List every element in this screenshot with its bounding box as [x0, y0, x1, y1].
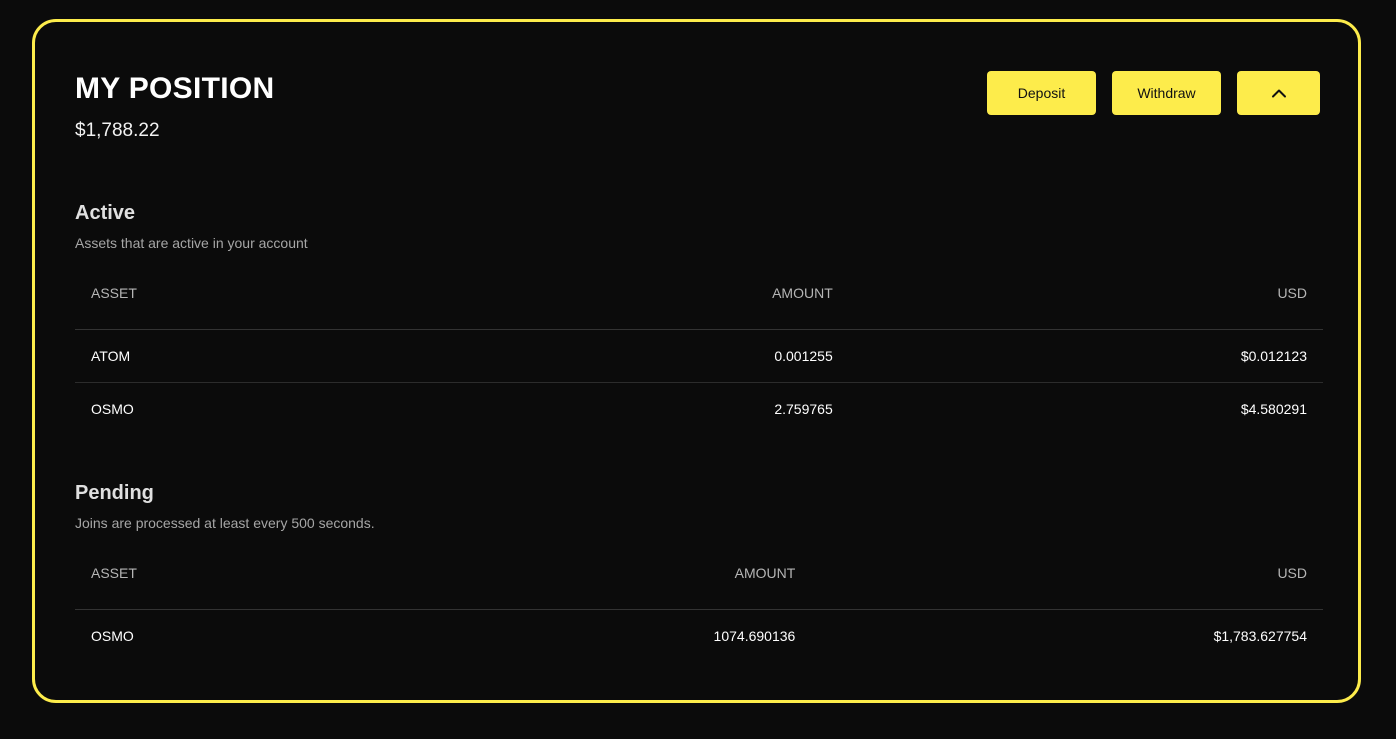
amount-cell: 1074.690136: [713, 628, 796, 644]
usd-cell: $4.580291: [1240, 401, 1307, 417]
pending-section-subtitle: Joins are processed at least every 500 s…: [75, 515, 375, 531]
asset-cell: OSMO: [91, 628, 134, 644]
amount-cell: 0.001255: [411, 329, 849, 383]
position-card: MY POSITION $1,788.22 Deposit Withdraw A…: [32, 19, 1361, 703]
table-header-row: ASSET AMOUNT USD: [75, 285, 1323, 330]
page-title: MY POSITION: [75, 72, 275, 105]
column-header-amount: AMOUNT: [411, 285, 849, 330]
column-header-asset: ASSET: [75, 285, 412, 330]
pending-assets-table: ASSET AMOUNT USD OSMO 1074.690136 $1,783…: [75, 565, 1323, 662]
pending-section: Pending Joins are processed at least eve…: [75, 481, 1323, 662]
table-header-row: ASSET AMOUNT USD: [75, 565, 1323, 610]
column-header-usd: USD: [848, 285, 1323, 330]
pending-section-title: Pending: [75, 482, 154, 504]
column-header-asset: ASSET: [75, 565, 412, 610]
active-section: Active Assets that are active in your ac…: [75, 201, 1323, 435]
position-actions: Deposit Withdraw: [987, 71, 1320, 115]
table-row: OSMO 1074.690136 $1,783.627754: [75, 610, 1323, 663]
asset-cell: ATOM: [75, 329, 412, 383]
chevron-up-icon: [1271, 88, 1287, 98]
active-section-subtitle: Assets that are active in your account: [75, 235, 308, 251]
active-assets-table: ASSET AMOUNT USD ATOM 0.001255 $0.012123…: [75, 285, 1323, 435]
amount-cell: 2.759765: [774, 401, 833, 417]
usd-cell: $1,783.627754: [1213, 628, 1307, 644]
collapse-button[interactable]: [1237, 71, 1320, 115]
asset-cell: OSMO: [91, 401, 134, 417]
withdraw-button[interactable]: Withdraw: [1112, 71, 1221, 115]
table-row: OSMO 2.759765 $4.580291: [75, 383, 1323, 436]
table-row: ATOM 0.001255 $0.012123: [75, 329, 1323, 383]
active-section-title: Active: [75, 202, 136, 224]
deposit-button[interactable]: Deposit: [987, 71, 1096, 115]
position-total-value: $1,788.22: [75, 120, 160, 141]
column-header-usd: USD: [811, 565, 1323, 610]
column-header-amount: AMOUNT: [411, 565, 812, 610]
usd-cell: $0.012123: [848, 329, 1323, 383]
